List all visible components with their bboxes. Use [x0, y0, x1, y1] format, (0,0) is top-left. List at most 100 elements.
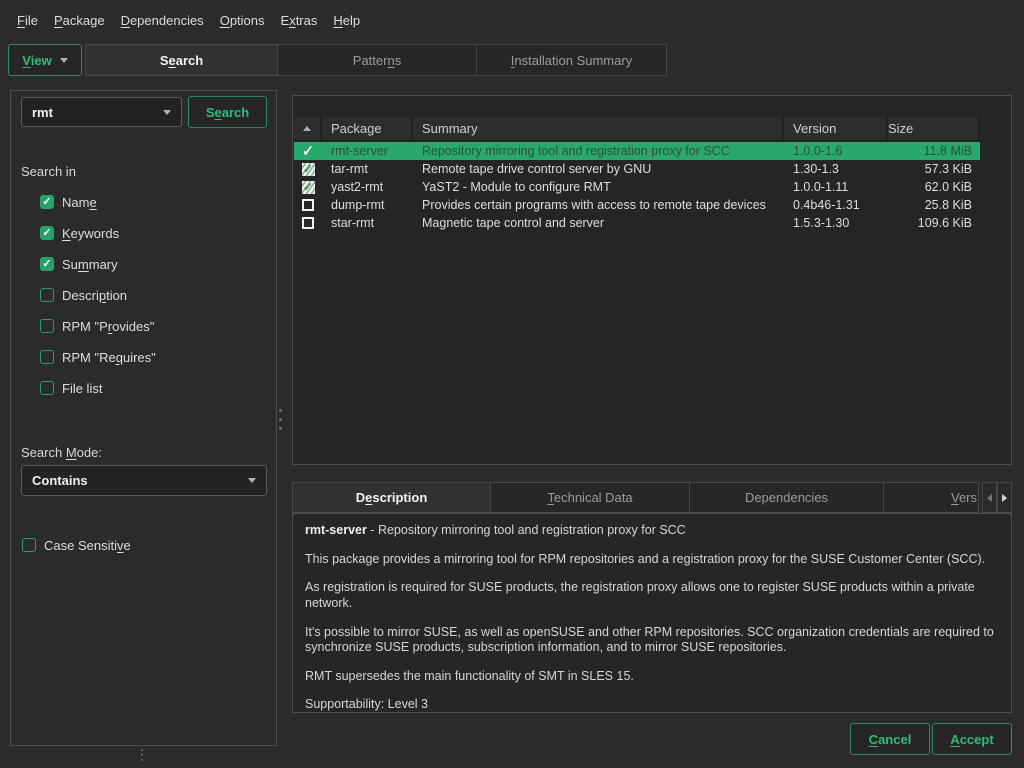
search-mode-combobox[interactable]: Contains	[21, 465, 267, 496]
checkbox-icon[interactable]	[40, 195, 54, 209]
filter-checkbox-row[interactable]: Description	[40, 288, 156, 302]
main-tab[interactable]: Installation Summary	[477, 44, 667, 76]
status-icon[interactable]	[302, 163, 315, 176]
table-row[interactable]: dump-rmt Provides certain programs with …	[294, 196, 980, 214]
package-size: 11.8 MiB	[888, 144, 980, 158]
package-name: yast2-rmt	[322, 180, 413, 194]
checkbox-icon[interactable]	[40, 226, 54, 240]
checkbox-icon[interactable]	[40, 319, 54, 333]
filter-checkbox-row[interactable]: RPM "Requires"	[40, 350, 156, 364]
details-tab[interactable]: Vers	[884, 482, 979, 513]
package-name: dump-rmt	[322, 198, 413, 212]
filter-checkbox-row[interactable]: RPM "Provides"	[40, 319, 156, 333]
details-tab-label: Vers	[951, 490, 977, 505]
status-icon[interactable]	[302, 217, 314, 229]
table-row[interactable]: yast2-rmt YaST2 - Module to configure RM…	[294, 178, 980, 196]
table-row[interactable]: star-rmt Magnetic tape control and serve…	[294, 214, 980, 232]
column-header-package[interactable]: Package	[322, 117, 413, 140]
filter-checkbox-row[interactable]: Summary	[40, 257, 156, 271]
description-paragraph: RMT supersedes the main functionality of…	[305, 669, 999, 685]
filter-label: Summary	[62, 257, 118, 272]
menu-item[interactable]: Help	[333, 13, 360, 28]
package-summary: Magnetic tape control and server	[413, 216, 784, 230]
chevron-right-icon	[1002, 494, 1007, 502]
tab-scroll-right-button[interactable]	[997, 482, 1012, 513]
filter-checkbox-row[interactable]: Keywords	[40, 226, 156, 240]
view-button[interactable]: View	[8, 44, 82, 76]
menu-item[interactable]: Options	[220, 13, 265, 28]
checkbox-icon[interactable]	[40, 257, 54, 271]
accept-button-label: Accept	[950, 732, 993, 747]
main-tab-label: Installation Summary	[511, 53, 632, 68]
menu-item[interactable]: Extras	[281, 13, 318, 28]
chevron-left-icon	[987, 494, 992, 502]
column-header-size[interactable]: Size	[888, 117, 980, 140]
filter-label: File list	[62, 381, 102, 396]
menu-item[interactable]: Dependencies	[121, 13, 204, 28]
package-summary: Remote tape drive control server by GNU	[413, 162, 784, 176]
main-tab-bar: Search Patterns Installation Summary	[85, 44, 667, 76]
table-row[interactable]: tar-rmt Remote tape drive control server…	[294, 160, 980, 178]
package-summary: YaST2 - Module to configure RMT	[413, 180, 784, 194]
package-version: 1.30-1.3	[784, 162, 888, 176]
cancel-button[interactable]: Cancel	[850, 723, 930, 755]
sort-column-header[interactable]	[294, 117, 322, 140]
filter-checkbox-row[interactable]: File list	[40, 381, 156, 395]
checkbox-icon[interactable]	[40, 381, 54, 395]
filter-checkbox-row[interactable]: Name	[40, 195, 156, 209]
filter-label: RPM "Requires"	[62, 350, 156, 365]
main-tab[interactable]: Search	[85, 44, 278, 76]
chevron-down-icon	[163, 110, 171, 115]
package-size: 57.3 KiB	[888, 162, 980, 176]
package-size: 109.6 KiB	[888, 216, 980, 230]
description-paragraph: Supportability: Level 3	[305, 697, 999, 713]
panel-splitter-handle[interactable]	[279, 406, 282, 433]
chevron-down-icon	[60, 58, 68, 63]
chevron-down-icon	[248, 478, 256, 483]
description-package-name: rmt-server	[305, 523, 367, 537]
status-icon[interactable]	[302, 199, 314, 211]
details-tab[interactable]: Description	[292, 482, 491, 513]
search-button-label: Search	[206, 105, 249, 120]
description-paragraph: This package provides a mirroring tool f…	[305, 552, 999, 568]
accept-button[interactable]: Accept	[932, 723, 1012, 755]
search-mode-value: Contains	[32, 473, 88, 488]
search-button[interactable]: Search	[188, 96, 267, 128]
search-panel: rmt Search Search in Name Keywords Summa…	[10, 90, 277, 746]
main-tab-label: Patterns	[353, 53, 401, 68]
package-version: 1.0.0-1.11	[784, 180, 888, 194]
search-mode-label: Search Mode:	[21, 445, 102, 460]
package-summary: Repository mirroring tool and registrati…	[413, 144, 784, 158]
menu-item[interactable]: Package	[54, 13, 105, 28]
search-in-label: Search in	[21, 164, 76, 179]
status-icon[interactable]	[302, 181, 315, 194]
package-name: rmt-server	[322, 144, 413, 158]
package-size: 25.8 KiB	[888, 198, 980, 212]
filter-label: Keywords	[62, 226, 119, 241]
column-header-summary[interactable]: Summary	[413, 117, 784, 140]
checkbox-icon[interactable]	[22, 538, 36, 552]
search-query-combobox[interactable]: rmt	[21, 97, 182, 127]
case-sensitive-row[interactable]: Case Sensitive	[22, 538, 131, 552]
case-sensitive-label: Case Sensitive	[44, 538, 131, 553]
table-row[interactable]: rmt-server Repository mirroring tool and…	[294, 142, 980, 160]
details-tab[interactable]: Technical Data	[491, 482, 690, 513]
details-tab[interactable]: Dependencies	[690, 482, 884, 513]
checkbox-icon[interactable]	[40, 288, 54, 302]
status-icon[interactable]	[302, 142, 315, 160]
filter-label: Description	[62, 288, 127, 303]
view-button-label: View	[22, 53, 51, 68]
details-tab-label: Dependencies	[745, 490, 828, 505]
checkbox-icon[interactable]	[40, 350, 54, 364]
bottom-splitter-handle[interactable]	[141, 747, 143, 762]
table-body: rmt-server Repository mirroring tool and…	[294, 142, 980, 232]
package-summary: Provides certain programs with access to…	[413, 198, 784, 212]
main-tab[interactable]: Patterns	[278, 44, 477, 76]
sort-ascending-icon	[303, 126, 311, 131]
filter-label: RPM "Provides"	[62, 319, 154, 334]
description-title-rest: - Repository mirroring tool and registra…	[367, 523, 686, 537]
package-name: tar-rmt	[322, 162, 413, 176]
tab-scroll-left-button[interactable]	[982, 482, 997, 513]
column-header-version[interactable]: Version	[784, 117, 888, 140]
menu-item[interactable]: File	[17, 13, 38, 28]
